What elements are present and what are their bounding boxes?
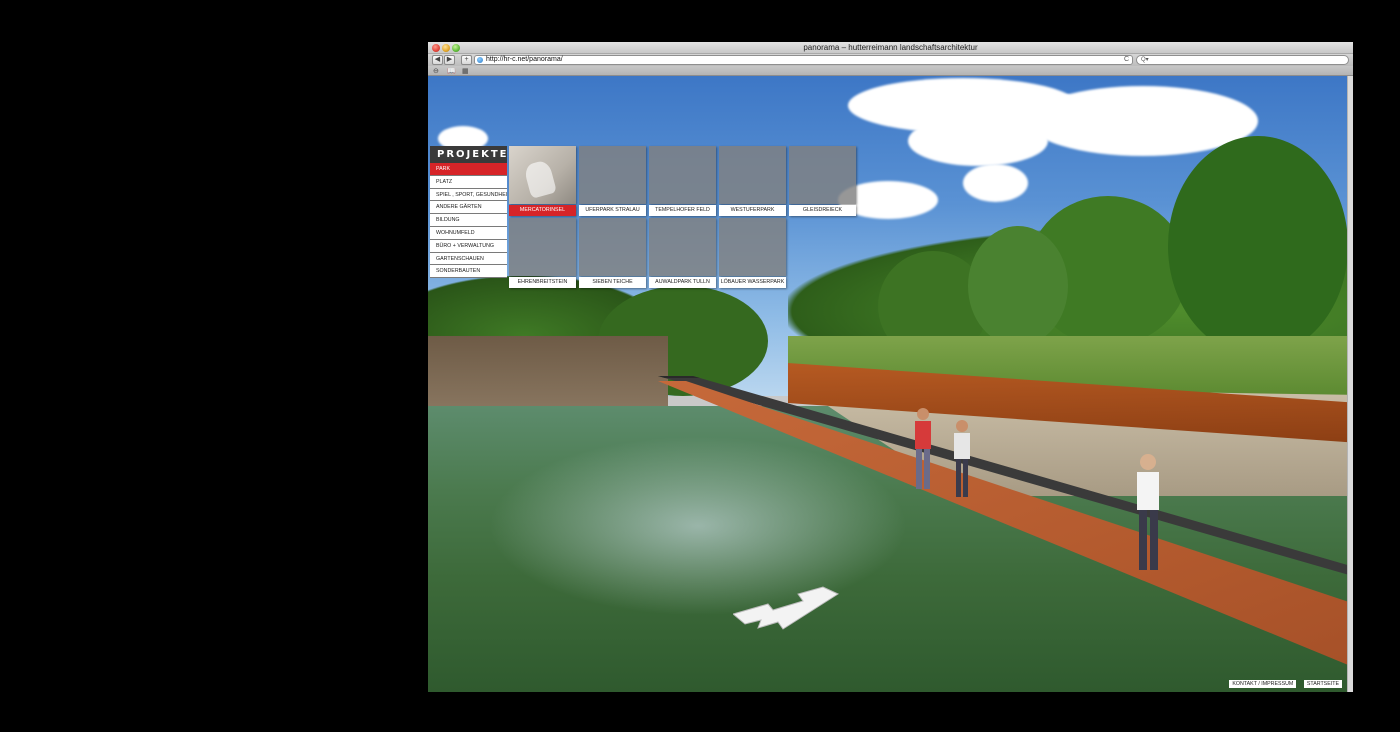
tree xyxy=(968,226,1068,346)
left-bank xyxy=(428,336,668,416)
project-label: LÖBAUER WASSERPARK xyxy=(719,277,786,288)
search-input[interactable]: Q▾ xyxy=(1136,55,1349,65)
project-tile-sieben-teiche[interactable]: SIEBEN TEICHE xyxy=(579,218,646,288)
project-thumbnail xyxy=(789,146,856,204)
cloud xyxy=(908,116,1048,166)
vertical-scrollbar[interactable] xyxy=(1347,76,1353,692)
nav-heading: PROJEKTE xyxy=(430,146,507,163)
project-tile-auwaldpark-tulln[interactable]: AUWALDPARK TULLN xyxy=(649,218,716,288)
cloud xyxy=(963,164,1028,202)
nav-item-park[interactable]: PARK xyxy=(430,163,507,176)
water-reflection xyxy=(488,436,908,616)
home-link[interactable]: STARTSEITE xyxy=(1303,680,1342,688)
globe-icon xyxy=(477,57,483,63)
nav-item-sonderbauten[interactable]: SONDERBAUTEN xyxy=(430,265,507,279)
nav-item-platz[interactable]: PLATZ xyxy=(430,175,507,189)
visitor-figure xyxy=(1137,454,1159,570)
project-thumbnail xyxy=(509,218,576,276)
project-tile-ehrenbreitstein[interactable]: EHRENBREITSTEIN xyxy=(509,218,576,288)
reading-list-icon[interactable]: ⊖ xyxy=(433,67,439,75)
project-label: SIEBEN TEICHE xyxy=(579,277,646,288)
url-text: http://hr-c.net/panorama/ xyxy=(486,56,563,63)
address-bar[interactable]: http://hr-c.net/panorama/ C xyxy=(474,55,1133,65)
project-label: MERCATORINSEL xyxy=(509,205,576,216)
project-thumbnail xyxy=(579,218,646,276)
window-title: panorama – hutterreimann landschaftsarch… xyxy=(803,43,978,52)
forward-button[interactable]: ▶ xyxy=(444,55,455,65)
browser-window: panorama – hutterreimann landschaftsarch… xyxy=(428,42,1353,692)
visitor-figure xyxy=(915,408,931,489)
project-tile-gleisdreieck[interactable]: GLEISDREIECK xyxy=(789,146,856,216)
project-tile-westuferpark[interactable]: WESTUFERPARK xyxy=(719,146,786,216)
project-label: UFERPARK STRALAU xyxy=(579,205,646,216)
project-label: AUWALDPARK TULLN xyxy=(649,277,716,288)
project-label: WESTUFERPARK xyxy=(719,205,786,216)
project-tile-mercatorinsel[interactable]: MERCATORINSEL xyxy=(509,146,576,216)
project-tile-tempelhofer-feld[interactable]: TEMPELHOFER FELD xyxy=(649,146,716,216)
add-bookmark-button[interactable]: + xyxy=(461,55,472,65)
top-sites-grid-icon[interactable]: ▦ xyxy=(462,67,469,75)
project-thumbnail xyxy=(649,218,716,276)
project-tile-uferpark-stralau[interactable]: UFERPARK STRALAU xyxy=(579,146,646,216)
project-label: EHRENBREITSTEIN xyxy=(509,277,576,288)
project-label: TEMPELHOFER FELD xyxy=(649,205,716,216)
browser-toolbar: ◀ ▶ + http://hr-c.net/panorama/ C Q▾ xyxy=(428,54,1353,66)
contact-imprint-link[interactable]: KONTAKT / IMPRESSUM xyxy=(1229,680,1297,688)
floating-letter-h xyxy=(733,586,840,630)
nav-item-buero-verwaltung[interactable]: BÜRO + VERWALTUNG xyxy=(430,239,507,253)
nav-item-gartenschauen[interactable]: GARTENSCHAUEN xyxy=(430,252,507,266)
project-thumbnail xyxy=(579,146,646,204)
back-button[interactable]: ◀ xyxy=(432,55,443,65)
bookmarks-book-icon[interactable]: 📖 xyxy=(447,67,456,75)
project-label: GLEISDREIECK xyxy=(789,205,856,216)
visitor-figure xyxy=(954,420,970,497)
nav-item-wohnumfeld[interactable]: WOHNUMFELD xyxy=(430,226,507,240)
reload-icon[interactable]: C xyxy=(1124,56,1129,64)
nav-item-spiel-sport-gesundheit[interactable]: SPIEL , SPORT, GESUNDHEIT xyxy=(430,188,507,202)
page-viewport: PROJEKTE PARK PLATZ SPIEL , SPORT, GESUN… xyxy=(428,76,1347,692)
project-tile-loebauer-wasserpark[interactable]: LÖBAUER WASSERPARK xyxy=(719,218,786,288)
title-bar: panorama – hutterreimann landschaftsarch… xyxy=(428,42,1353,54)
bookmarks-bar: ⊖ 📖 ▦ xyxy=(428,66,1353,76)
project-thumbnail xyxy=(719,218,786,276)
tree xyxy=(1168,136,1347,356)
nav-item-andere-gaerten[interactable]: ANDERE GÄRTEN xyxy=(430,201,507,215)
nav-item-bildung[interactable]: BILDUNG xyxy=(430,214,507,227)
footer-links: KONTAKT / IMPRESSUM STARTSEITE xyxy=(1226,672,1342,690)
project-thumbnail xyxy=(509,146,576,204)
project-thumbnail xyxy=(649,146,716,204)
project-thumbnail xyxy=(719,146,786,204)
project-category-nav: PROJEKTE PARK PLATZ SPIEL , SPORT, GESUN… xyxy=(430,146,507,279)
